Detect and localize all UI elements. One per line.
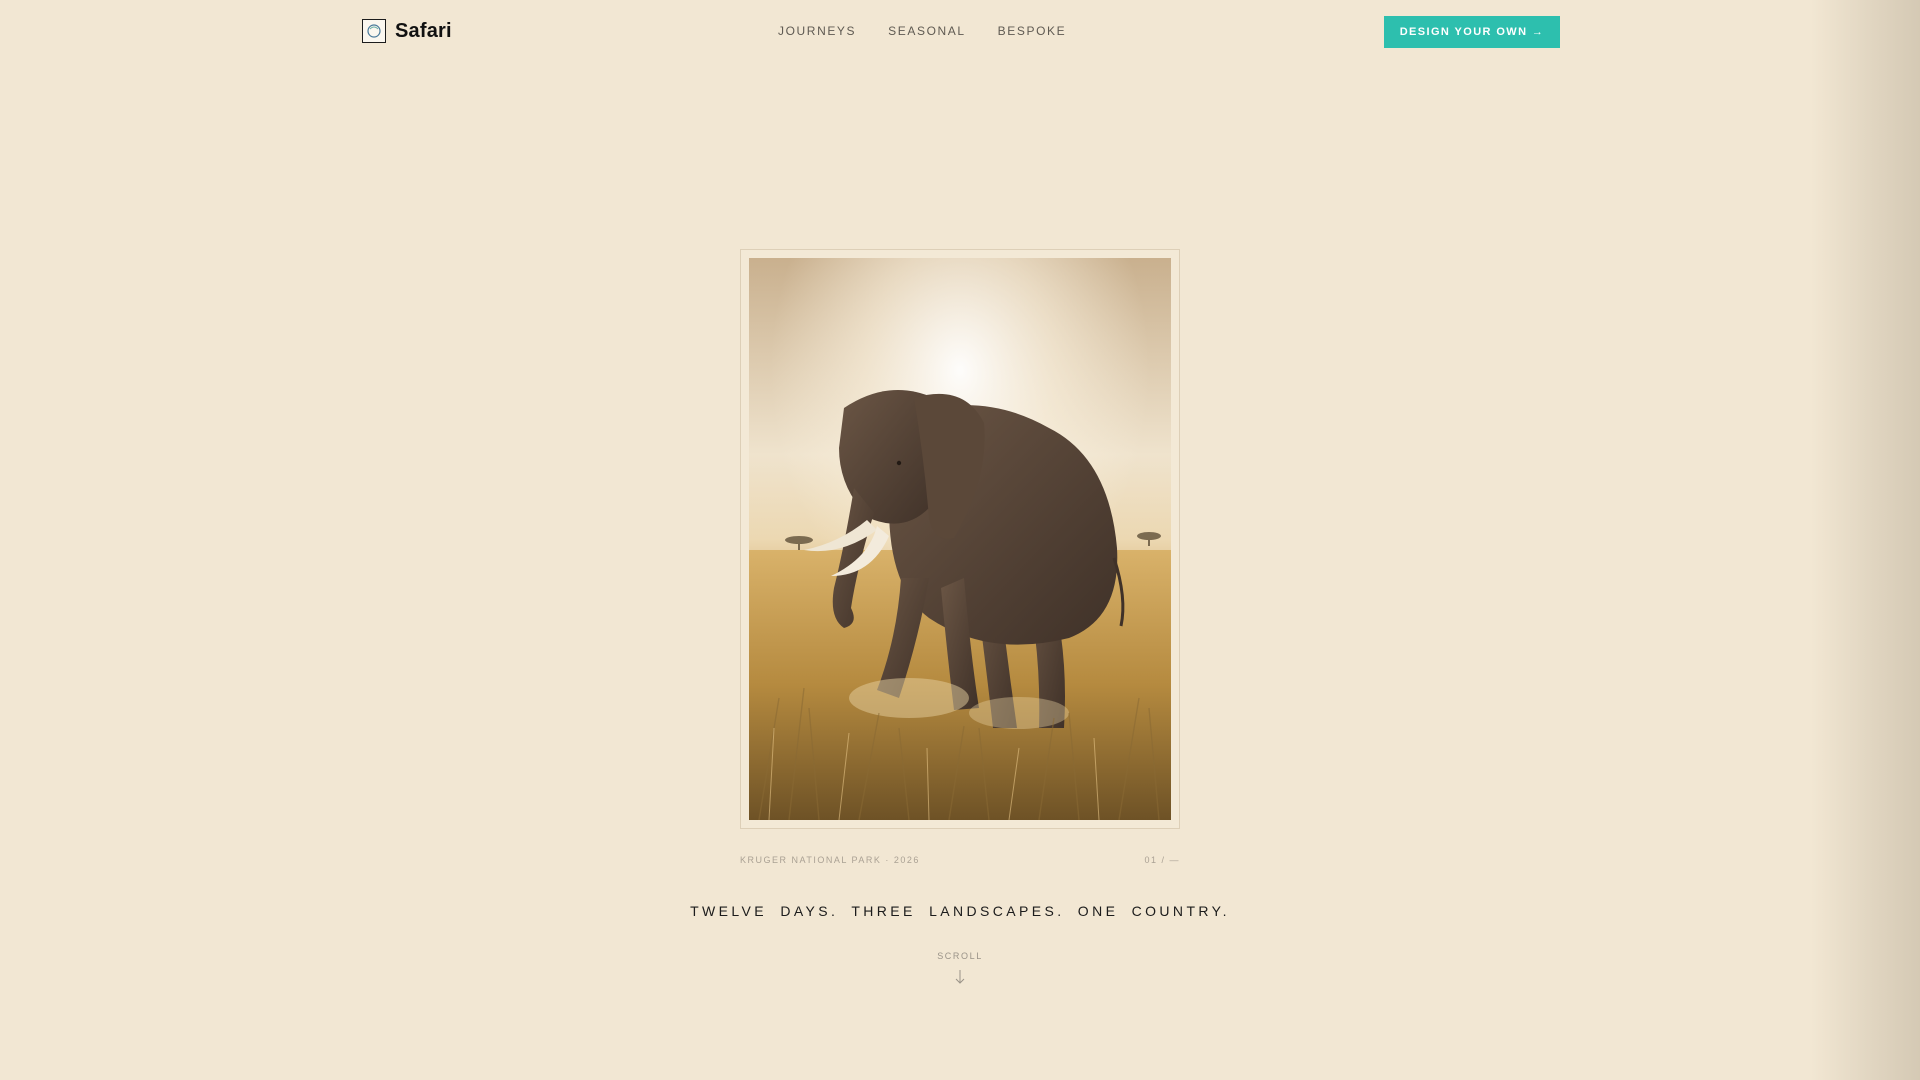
hero-photo-elephant[interactable] bbox=[749, 258, 1171, 820]
photo-location-caption: KRUGER NATIONAL PARK · 2026 bbox=[740, 855, 920, 865]
top-navigation: Safari JOURNEYS SEASONAL BESPOKE DESIGN … bbox=[0, 0, 1920, 64]
scroll-indicator[interactable]: SCROLL bbox=[0, 951, 1920, 985]
scroll-label: SCROLL bbox=[937, 951, 983, 961]
brand-logo-link[interactable]: Safari bbox=[362, 19, 452, 43]
brand-name: Safari bbox=[395, 19, 452, 42]
nav-link-seasonal[interactable]: SEASONAL bbox=[888, 24, 966, 38]
photo-counter: 01 / — bbox=[1144, 855, 1180, 865]
primary-menu: JOURNEYS SEASONAL BESPOKE bbox=[778, 24, 1066, 38]
compass-logo-icon bbox=[362, 19, 386, 43]
hero-tagline: TWELVE DAYS. THREE LANDSCAPES. ONE COUNT… bbox=[690, 903, 1230, 919]
arrow-down-icon bbox=[955, 970, 965, 984]
design-your-own-button[interactable]: DESIGN YOUR OWN → bbox=[1384, 16, 1560, 48]
nav-link-bespoke[interactable]: BESPOKE bbox=[998, 24, 1067, 38]
photo-frame bbox=[740, 249, 1180, 829]
nav-link-journeys[interactable]: JOURNEYS bbox=[778, 24, 856, 38]
